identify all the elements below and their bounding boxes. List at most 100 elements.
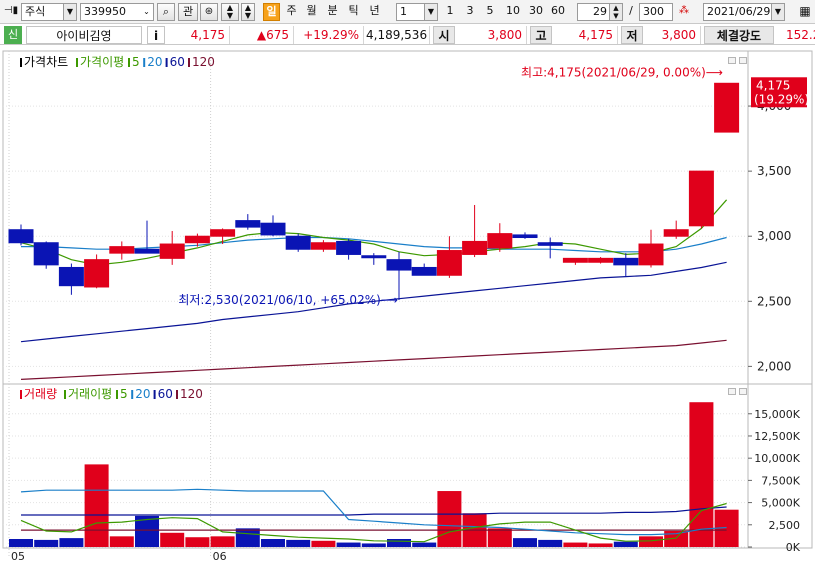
- volume-bar[interactable]: [588, 543, 613, 547]
- volume-bar[interactable]: [109, 536, 134, 547]
- candle-body[interactable]: [33, 242, 59, 266]
- candle-body[interactable]: [714, 82, 740, 133]
- candle-body[interactable]: [184, 235, 210, 244]
- candle-body[interactable]: [260, 222, 286, 236]
- period-day-button[interactable]: 일: [263, 3, 280, 21]
- candle-body[interactable]: [638, 243, 664, 266]
- settings-chart-icon[interactable]: ▦: [797, 3, 813, 21]
- period-month-button[interactable]: 월: [304, 3, 319, 21]
- volume-bar[interactable]: [261, 539, 285, 547]
- volume-panel-minimize-icon[interactable]: [728, 388, 736, 395]
- stepper-small-icon[interactable]: ▲ ▼: [241, 3, 255, 21]
- interval-5-button[interactable]: 5: [484, 3, 496, 21]
- volume-bar[interactable]: [613, 541, 638, 547]
- period-year-button[interactable]: 년: [367, 3, 382, 21]
- volume-bar[interactable]: [689, 402, 714, 547]
- candle-body[interactable]: [134, 248, 160, 254]
- date-tick-label: 06: [213, 550, 227, 562]
- price-legend-label: 60: [170, 55, 185, 69]
- search-button[interactable]: ⌕: [157, 3, 175, 21]
- volume-bar[interactable]: [412, 542, 437, 547]
- volume-bar[interactable]: [437, 491, 462, 547]
- period-tick-button[interactable]: 틱: [346, 3, 361, 21]
- volume-legend-swatch: [20, 390, 22, 399]
- low-label: 저: [621, 26, 643, 44]
- count-input[interactable]: 29 ▲ ▼: [577, 3, 623, 21]
- candle-body[interactable]: [588, 257, 614, 263]
- candle-body[interactable]: [210, 229, 236, 237]
- volume-legend-swatch: [153, 390, 156, 399]
- stock-name[interactable]: 아이비김영: [26, 26, 142, 44]
- interval-10-button[interactable]: 10: [503, 3, 523, 21]
- volume-bar[interactable]: [34, 539, 59, 547]
- interval-30-button[interactable]: 30: [526, 3, 546, 21]
- gwan-button[interactable]: 관: [178, 3, 198, 21]
- interval-60-button[interactable]: 60: [548, 3, 568, 21]
- volume-bar[interactable]: [361, 543, 386, 547]
- link-icon[interactable]: ⊛: [200, 3, 218, 21]
- stock-chart[interactable]: 2,0002,5003,0003,5004,0000K2,5005,000K7,…: [0, 48, 815, 562]
- candle-body[interactable]: [663, 229, 689, 237]
- price-legend-label: 120: [192, 55, 215, 69]
- volume-legend-label: 120: [180, 387, 203, 401]
- volume-bar[interactable]: [160, 532, 185, 547]
- candle-body[interactable]: [613, 257, 639, 266]
- period-week-button[interactable]: 주: [284, 3, 299, 21]
- volume-bar[interactable]: [185, 537, 210, 547]
- interval-3-button[interactable]: 3: [464, 3, 476, 21]
- volume-bar[interactable]: [84, 464, 109, 547]
- market-select[interactable]: 주식 ▼: [21, 3, 77, 21]
- panel-minimize-icon[interactable]: [728, 57, 736, 64]
- candle-body[interactable]: [235, 220, 261, 228]
- volume-bar[interactable]: [538, 539, 563, 547]
- candle-body[interactable]: [411, 266, 437, 276]
- period-tick-label: 틱: [348, 4, 359, 17]
- volume-bar[interactable]: [59, 538, 84, 547]
- candle-body[interactable]: [537, 242, 563, 246]
- candle-body[interactable]: [436, 250, 462, 276]
- candle-body[interactable]: [109, 246, 135, 254]
- refresh-icon[interactable]: ⁂: [676, 3, 692, 21]
- interval-select-value: 1: [400, 5, 407, 18]
- code-input[interactable]: 339950 ⌄: [80, 3, 154, 21]
- volume-bar[interactable]: [311, 540, 336, 547]
- count-stepper-icon[interactable]: ▲ ▼: [609, 4, 622, 20]
- volume-panel-close-icon[interactable]: [739, 388, 747, 395]
- volume-bar[interactable]: [286, 539, 311, 547]
- credit-badge: 신: [4, 26, 22, 44]
- candle-body[interactable]: [159, 243, 185, 259]
- candle-body[interactable]: [285, 235, 311, 250]
- candle-body[interactable]: [58, 266, 84, 287]
- price-legend-swatch: [76, 58, 78, 67]
- interval-1-button[interactable]: 1: [444, 3, 456, 21]
- stepper-icon[interactable]: ▲ ▼: [221, 3, 239, 21]
- volume-bar[interactable]: [639, 536, 663, 547]
- info-button[interactable]: i: [147, 26, 165, 44]
- candle-body[interactable]: [310, 242, 336, 250]
- volume-bar[interactable]: [235, 528, 260, 547]
- candle-body[interactable]: [336, 240, 362, 255]
- volume-bar[interactable]: [210, 536, 235, 547]
- open-label: 시: [433, 26, 455, 44]
- candle-body[interactable]: [8, 229, 34, 244]
- candle-body[interactable]: [84, 259, 110, 288]
- interval-select[interactable]: 1 ▼: [396, 3, 438, 21]
- volume-bar[interactable]: [513, 538, 537, 547]
- volume-bar[interactable]: [563, 542, 588, 547]
- panel-toggle-icon[interactable]: ⊣▮: [3, 3, 19, 21]
- candle-body[interactable]: [361, 255, 387, 259]
- candle-body[interactable]: [688, 170, 714, 227]
- candle-body[interactable]: [487, 233, 513, 249]
- candle-body[interactable]: [512, 234, 538, 239]
- volume-bar[interactable]: [487, 528, 512, 547]
- candle-body[interactable]: [386, 259, 412, 271]
- volume-bar[interactable]: [387, 539, 411, 547]
- volume-bar[interactable]: [336, 542, 361, 547]
- candle-body[interactable]: [462, 240, 488, 255]
- candle-body[interactable]: [562, 257, 588, 263]
- period-minute-button[interactable]: 분: [325, 3, 340, 21]
- volume-bar[interactable]: [9, 539, 33, 547]
- total-input[interactable]: 300: [639, 3, 673, 21]
- date-select[interactable]: 2021/06/29 ▼: [703, 3, 785, 21]
- panel-close-icon[interactable]: [739, 57, 747, 64]
